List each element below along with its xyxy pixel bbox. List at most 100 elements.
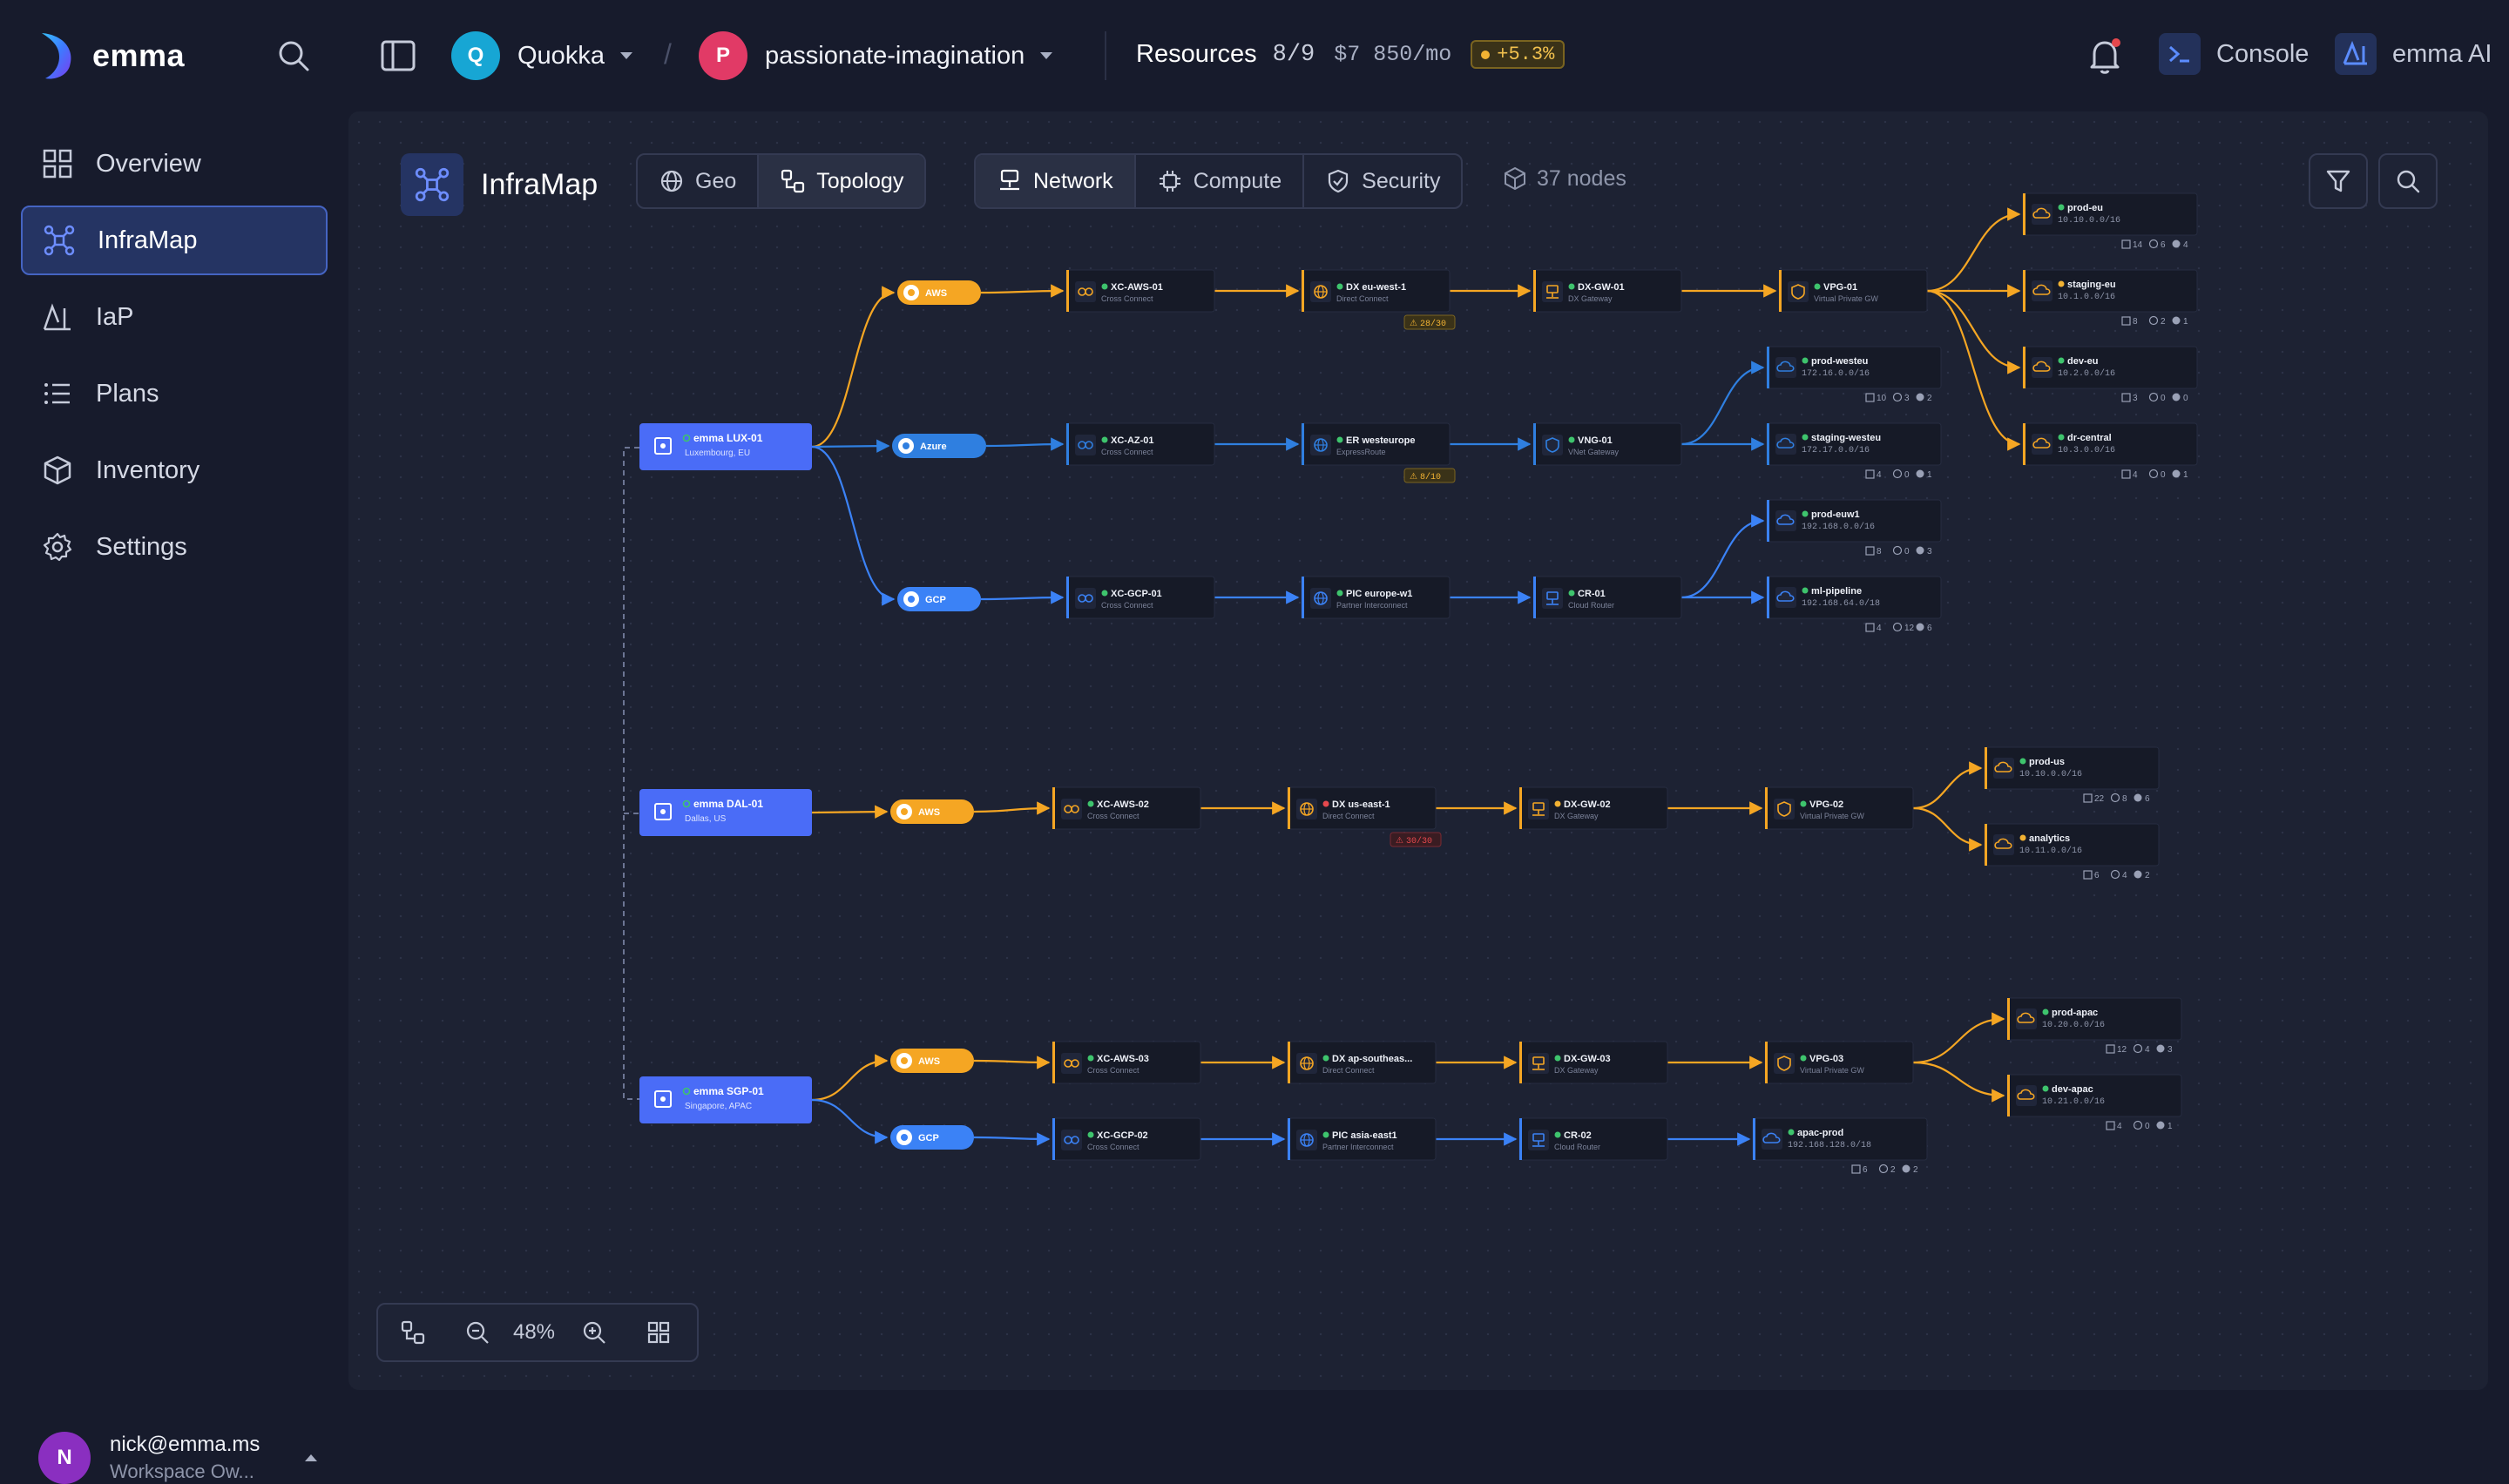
edge-c1-x1 xyxy=(980,284,1065,298)
edge-sgp-c6 xyxy=(811,1098,889,1144)
service-node-g2[interactable]: VNG-01 VNet Gateway xyxy=(1532,422,1682,466)
service-node-x2[interactable]: XC-AZ-01 Cross Connect xyxy=(1065,422,1215,466)
service-node-g5[interactable]: DX-GW-03 DX Gateway xyxy=(1518,1041,1668,1084)
service-node-g3[interactable]: CR-01 Cloud Router xyxy=(1532,576,1682,619)
service-node-d5[interactable]: DX ap-southeas... Direct Connect xyxy=(1287,1041,1437,1084)
status-dot-icon xyxy=(1322,800,1329,807)
database-icon xyxy=(2172,393,2181,401)
vpc-name: staging-eu xyxy=(2067,280,2116,290)
user-menu[interactable]: N nick@emma.ms Workspace Ow... xyxy=(38,1432,317,1484)
service-node-d4[interactable]: DX us-east-1 Direct Connect ⚠ 30/30 xyxy=(1287,786,1442,847)
status-dot-icon xyxy=(2042,1085,2049,1092)
vpc-stats: 3 0 0 xyxy=(2121,392,2188,403)
node-type: Cross Connect xyxy=(1087,1066,1140,1075)
service-node-g4[interactable]: DX-GW-02 DX Gateway xyxy=(1518,786,1668,830)
cloud-label: GCP xyxy=(925,595,946,605)
cloud-aws-pill[interactable]: AWS xyxy=(897,280,981,305)
service-node-g1[interactable]: DX-GW-01DX Gateway xyxy=(1532,269,1682,313)
database-icon xyxy=(2172,316,2181,325)
clock-icon xyxy=(2110,869,2120,880)
vpc-node-p3[interactable]: dev-eu10.2.0.0/16 3 0 0 xyxy=(2022,346,2198,403)
edge-c4-x4 xyxy=(973,801,1051,815)
svg-text:4: 4 xyxy=(1877,624,1882,633)
svg-text:2: 2 xyxy=(2161,317,2166,327)
svg-text:1: 1 xyxy=(2183,317,2188,327)
service-node-v1[interactable]: VPG-01Virtual Private GW xyxy=(1778,269,1928,313)
service-node-x3[interactable]: XC-GCP-01 Cross Connect xyxy=(1065,576,1215,619)
vpc-cidr: 172.16.0.0/16 xyxy=(1802,368,1870,379)
node-type: Cross Connect xyxy=(1101,601,1153,610)
database-icon xyxy=(2134,870,2142,879)
status-dot-icon xyxy=(1554,800,1561,807)
vpc-node-p11[interactable]: prod-apac 10.20.0.0/16 12 4 3 xyxy=(2006,997,2182,1055)
status-dot-icon xyxy=(1322,1055,1329,1062)
vpc-stats: 6 2 2 xyxy=(1851,1164,1918,1175)
vpc-node-p4[interactable]: dr-central 10.3.0.0/16 4 0 1 xyxy=(2022,422,2198,480)
vpc-node-p1[interactable]: prod-eu 10.10.0.0/16 14 6 4 xyxy=(2022,192,2198,250)
cloud-aws-pill[interactable]: AWS xyxy=(890,799,974,824)
cloud-aws-pill[interactable]: AWS xyxy=(890,1049,974,1073)
svg-text:0: 0 xyxy=(2161,470,2166,480)
cloud-gcp-pill[interactable]: GCP xyxy=(897,587,981,611)
server-icon xyxy=(2083,793,2093,803)
datacenter-node-lux[interactable]: emma LUX-01 Luxembourg, EU xyxy=(639,423,812,470)
service-node-x5[interactable]: XC-AWS-03 Cross Connect xyxy=(1052,1041,1201,1084)
vpc-node-p10[interactable]: analytics 10.11.0.0/16 6 4 2 xyxy=(1984,823,2160,880)
cloud-gcp-pill[interactable]: GCP xyxy=(890,1125,974,1150)
service-node-d3[interactable]: PIC europe-w1 Partner Interconnect xyxy=(1301,576,1451,619)
database-icon xyxy=(1916,469,1924,478)
service-node-d1[interactable]: DX eu-west-1Direct Connect ⚠ 28/30 xyxy=(1301,269,1456,330)
vpc-node-p12[interactable]: dev-apac10.21.0.0/16 4 0 1 xyxy=(2006,1074,2182,1131)
service-node-d2[interactable]: ER westeurope ExpressRoute ⚠ 8/10 xyxy=(1301,422,1456,483)
node-name: CR-01 xyxy=(1578,589,1606,599)
clock-icon xyxy=(2148,469,2159,479)
service-node-x4[interactable]: XC-AWS-02 Cross Connect xyxy=(1052,786,1201,830)
cloud-azure-pill[interactable]: Azure xyxy=(892,434,986,458)
node-type: Cross Connect xyxy=(1101,448,1153,456)
vpc-node-p9[interactable]: prod-us 10.10.0.0/16 22 8 6 xyxy=(1984,746,2160,804)
node-type: Cloud Router xyxy=(1568,601,1614,610)
status-dot-icon xyxy=(1788,1129,1795,1136)
cloud-label: AWS xyxy=(918,1056,940,1067)
service-node-d6[interactable]: PIC asia-east1 Partner Interconnect xyxy=(1287,1117,1437,1161)
service-node-x1[interactable]: XC-AWS-01Cross Connect xyxy=(1065,269,1215,313)
vpc-node-p7[interactable]: prod-euw1 192.168.0.0/16 8 0 3 xyxy=(1766,499,1942,556)
svg-text:12: 12 xyxy=(2117,1045,2127,1055)
vpc-node-p6[interactable]: staging-westeu 172.17.0.0/16 4 0 1 xyxy=(1766,422,1942,480)
database-icon xyxy=(1902,1164,1910,1173)
node-name: XC-AWS-02 xyxy=(1097,799,1149,810)
vpc-cidr: 10.1.0.0/16 xyxy=(2058,292,2115,302)
cloud-label: AWS xyxy=(918,807,940,818)
cloud-label: GCP xyxy=(918,1133,939,1143)
vpc-stats: 6 4 2 xyxy=(2083,869,2150,880)
service-node-v5[interactable]: VPG-03 Virtual Private GW xyxy=(1764,1041,1914,1084)
svg-text:1: 1 xyxy=(2183,470,2188,480)
status-dot-icon xyxy=(1101,283,1108,290)
svg-text:1: 1 xyxy=(2167,1122,2173,1131)
vpc-name: dev-eu xyxy=(2067,356,2098,367)
clock-icon xyxy=(1892,622,1903,632)
vpc-node-p5[interactable]: prod-westeu172.16.0.0/16 10 3 2 xyxy=(1766,346,1942,403)
service-node-g6[interactable]: CR-02 Cloud Router xyxy=(1518,1117,1668,1161)
vpc-node-p13[interactable]: apac-prod 192.168.128.0/18 6 2 2 xyxy=(1752,1117,1928,1175)
capacity-value: 8/10 xyxy=(1420,472,1441,482)
status-dot-icon xyxy=(1336,590,1343,597)
vpc-node-p2[interactable]: staging-eu 10.1.0.0/16 8 2 1 xyxy=(2022,269,2198,327)
vpc-node-p8[interactable]: ml-pipeline192.168.64.0/18 4 12 6 xyxy=(1766,576,1942,633)
cloud-label: Azure xyxy=(920,442,947,452)
vpc-stats: 22 8 6 xyxy=(2083,793,2150,804)
node-type: DX Gateway xyxy=(1554,812,1599,820)
node-name: DX-GW-03 xyxy=(1564,1054,1611,1064)
datacenter-node-sgp[interactable]: emma SGP-01 Singapore, APAC xyxy=(639,1076,812,1123)
database-icon xyxy=(2172,469,2181,478)
edge-v5-p11 xyxy=(1912,1012,2005,1064)
node-name: VPG-02 xyxy=(1809,799,1843,810)
edge-sgp-c5 xyxy=(811,1054,889,1102)
server-icon xyxy=(1851,1164,1861,1174)
service-node-x6[interactable]: XC-GCP-02 Cross Connect xyxy=(1052,1117,1201,1161)
capacity-badge: ⚠ 30/30 xyxy=(1390,832,1442,847)
service-node-v4[interactable]: VPG-02 Virtual Private GW xyxy=(1764,786,1914,830)
svg-text:0: 0 xyxy=(2145,1122,2150,1131)
svg-text:6: 6 xyxy=(1927,624,1932,633)
datacenter-node-dal[interactable]: emma DAL-01 Dallas, US xyxy=(639,789,812,836)
